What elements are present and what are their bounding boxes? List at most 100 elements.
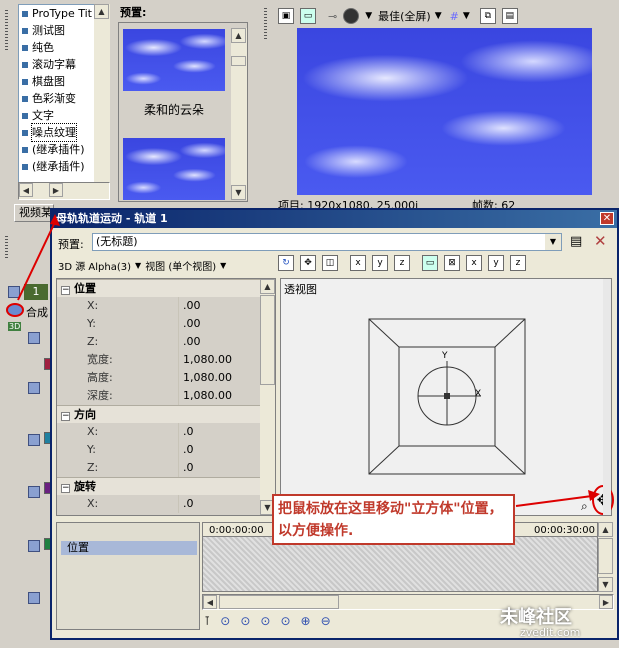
monitor-icon[interactable]: ▭ [300, 8, 316, 24]
chevron-down-icon[interactable]: ▼ [435, 11, 442, 21]
delete-preset-icon[interactable]: ✕ [594, 232, 607, 250]
scroll-left-button[interactable]: ◀ [203, 595, 217, 609]
zoom-tool-icon[interactable]: ✥ [300, 255, 316, 271]
track-expand-icon[interactable] [8, 286, 20, 298]
track-icon[interactable] [28, 434, 40, 446]
panel-grip[interactable] [264, 8, 267, 40]
track-icon[interactable] [28, 540, 40, 552]
property-value[interactable]: 1,080.00 [179, 369, 232, 387]
preset-dropdown[interactable]: (无标题) ▼ [92, 233, 562, 251]
quality-dropdown[interactable]: 最佳(全屏) [378, 8, 431, 24]
snap-y-icon[interactable]: y [488, 255, 504, 271]
chevron-down-icon[interactable]: ▼ [463, 11, 470, 21]
chevron-down-icon[interactable]: ▼ [365, 11, 372, 21]
scroll-thumb[interactable] [219, 595, 339, 609]
next-keyframe-icon[interactable]: ⊙ [260, 614, 270, 628]
panel-grip[interactable] [5, 10, 8, 50]
prev-keyframe-icon[interactable]: ⊙ [240, 614, 250, 628]
property-row[interactable]: Z: .00 [57, 333, 255, 351]
property-row[interactable]: Y: .0 [57, 441, 255, 459]
first-keyframe-icon[interactable]: ⊙ [220, 614, 230, 628]
track-icon[interactable] [28, 592, 40, 604]
add-keyframe-icon[interactable]: ⊕ [301, 614, 311, 628]
lock-x-icon[interactable]: x [350, 255, 366, 271]
property-scrollbar[interactable]: ▲ ▼ [260, 279, 275, 515]
property-row[interactable]: X: .00 [57, 297, 255, 315]
group-orientation[interactable]: − 方向 [57, 405, 262, 423]
scroll-right-button[interactable]: ▶ [49, 183, 63, 197]
track-icon[interactable] [28, 382, 40, 394]
grid-icon[interactable]: # [450, 10, 459, 23]
properties-icon[interactable]: ▣ [278, 8, 294, 24]
scroll-down-button[interactable]: ▼ [231, 185, 246, 200]
list-scrollbar[interactable]: ▲ ▼ [94, 4, 110, 200]
view-mode[interactable]: 视图 (单个视图) [145, 258, 216, 273]
sync-cursor-icon[interactable]: ⊺ [204, 614, 210, 628]
property-row[interactable]: 高度: 1,080.00 [57, 369, 255, 387]
scroll-thumb[interactable] [260, 295, 275, 385]
preset-scrollbar[interactable]: ▲ ▼ [231, 28, 247, 200]
property-value[interactable]: 1,080.00 [179, 351, 232, 369]
timeline-track-label[interactable]: 位置 [61, 541, 197, 555]
viewport-scrollbar[interactable] [603, 279, 611, 515]
snap-z-icon[interactable]: z [510, 255, 526, 271]
chevron-down-icon[interactable]: ▼ [135, 261, 141, 270]
snap-x-icon[interactable]: x [466, 255, 482, 271]
timeline-vscroll[interactable]: ▲ ▼ [598, 522, 614, 592]
property-value[interactable]: .0 [179, 459, 194, 477]
panel-grip[interactable] [5, 236, 8, 258]
property-value[interactable]: .00 [179, 315, 201, 333]
tab-video-fx[interactable]: 视频某 [14, 204, 54, 222]
track-icon[interactable] [28, 486, 40, 498]
property-value[interactable]: .0 [179, 495, 194, 513]
scroll-up-button[interactable]: ▲ [598, 522, 613, 537]
cube-icon[interactable]: ◫ [322, 255, 338, 271]
property-value[interactable]: 1,080.00 [179, 387, 232, 405]
track-icon[interactable] [28, 332, 40, 344]
scroll-up-button[interactable]: ▲ [231, 28, 246, 43]
property-row[interactable]: Z: .0 [57, 459, 255, 477]
group-position[interactable]: − 位置 [57, 279, 262, 297]
scroll-up-button[interactable]: ▲ [260, 279, 275, 294]
chevron-down-icon[interactable]: ▼ [545, 234, 561, 250]
rotate-icon[interactable]: ↻ [278, 255, 294, 271]
source-mode[interactable]: 3D 源 Alpha(3) [58, 258, 131, 273]
property-row[interactable]: X: .0 [57, 495, 255, 513]
preset-thumbnails[interactable]: 柔和的云朵 [118, 22, 248, 202]
copy-snapshot-icon[interactable]: ⧉ [479, 8, 496, 24]
perspective-viewport[interactable]: 透视图 Y X ⌕ ✥ [280, 278, 614, 516]
property-value[interactable]: .00 [179, 297, 201, 315]
scroll-right-button[interactable]: ▶ [599, 595, 613, 609]
lock-y-icon[interactable]: y [372, 255, 388, 271]
close-button[interactable]: ✕ [600, 212, 614, 225]
scroll-down-button[interactable]: ▼ [598, 577, 613, 592]
last-keyframe-icon[interactable]: ⊙ [280, 614, 290, 628]
property-value[interactable]: .00 [179, 333, 201, 351]
overlay-icon[interactable] [343, 8, 360, 24]
property-row[interactable]: 宽度: 1,080.00 [57, 351, 255, 369]
property-value[interactable]: .0 [179, 441, 194, 459]
save-preset-icon[interactable]: ▤ [570, 234, 582, 249]
scroll-left-button[interactable]: ◀ [19, 183, 33, 197]
property-value[interactable]: .0 [179, 423, 194, 441]
property-row[interactable]: Y: .00 [57, 315, 255, 333]
view-xy-icon[interactable]: ⊠ [444, 255, 460, 271]
property-row[interactable]: X: .0 [57, 423, 255, 441]
cube-wireframe[interactable] [281, 279, 611, 515]
preset-thumbnail[interactable] [123, 138, 225, 200]
save-snapshot-icon[interactable]: ▤ [501, 8, 518, 24]
scroll-thumb[interactable] [598, 538, 613, 574]
group-rotation[interactable]: − 旋转 [57, 477, 262, 495]
scroll-up-button[interactable]: ▲ [94, 4, 109, 19]
magnifier-icon[interactable]: ⌕ [581, 499, 588, 514]
split-icon[interactable]: ⊸ [328, 10, 337, 23]
preset-name[interactable]: 柔和的云朵 [119, 101, 229, 118]
list-hscrollbar[interactable]: ◀ ▶ [18, 182, 110, 200]
property-row[interactable]: 深度: 1,080.00 [57, 387, 255, 405]
compositing-icon[interactable] [6, 303, 24, 317]
lock-z-icon[interactable]: z [394, 255, 410, 271]
preset-thumbnail[interactable] [123, 29, 225, 91]
scroll-thumb[interactable] [231, 56, 246, 66]
delete-keyframe-icon[interactable]: ⊖ [321, 614, 331, 628]
chevron-down-icon[interactable]: ▼ [220, 261, 226, 270]
